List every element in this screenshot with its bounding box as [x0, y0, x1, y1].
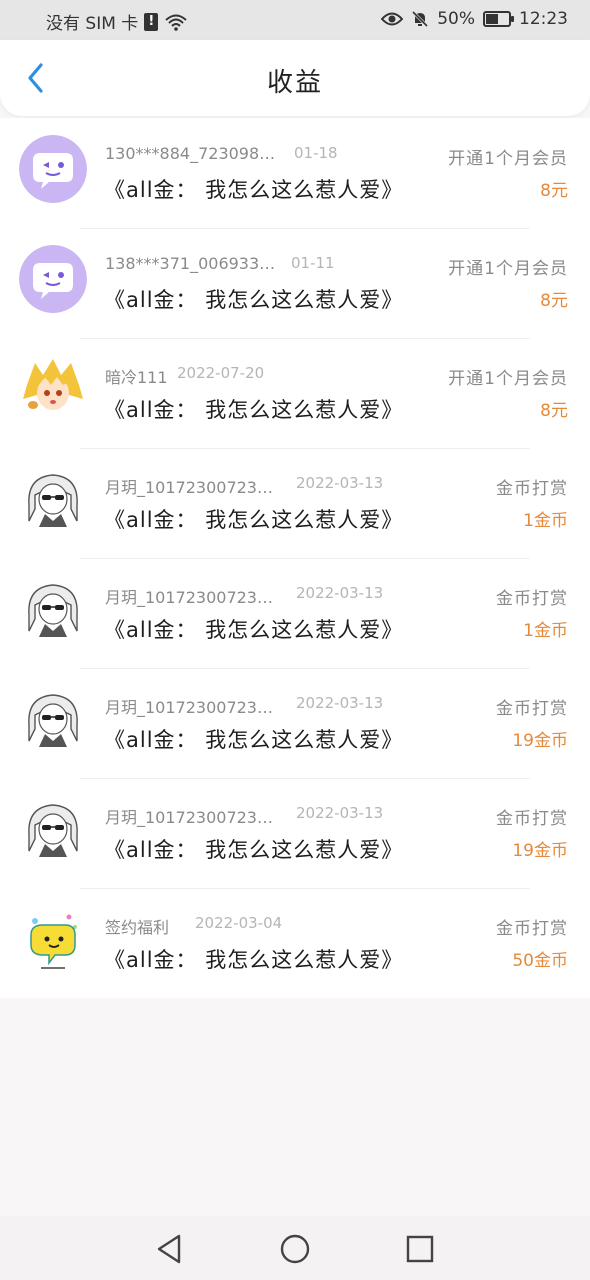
earnings-list: 130***884_7230989682 01-18 《all金： 我怎么这么惹…	[0, 118, 590, 998]
earning-amount: 19金币	[512, 731, 568, 751]
chat-bubble-purple-avatar	[19, 135, 87, 203]
earning-amount: 1金币	[523, 621, 568, 641]
date: 2022-03-13	[296, 804, 384, 822]
earning-amount: 8元	[540, 181, 568, 201]
username: 月玥_101723007237…	[105, 478, 280, 497]
work-title: 《all金： 我怎么这么惹人爱》	[104, 838, 404, 862]
earning-amount: 1金币	[523, 511, 568, 531]
username: 暗冷111	[105, 368, 168, 387]
date: 2022-03-04	[195, 914, 283, 932]
date: 2022-03-13	[296, 584, 384, 602]
chat-bubble-purple-avatar	[19, 245, 87, 313]
nav-back-button[interactable]	[153, 1232, 187, 1266]
sim-status-text: 没有 SIM 卡	[46, 14, 139, 34]
earning-type: 开通1个月会员	[448, 149, 568, 169]
earning-type: 开通1个月会员	[448, 259, 568, 279]
earning-type: 金币打赏	[496, 919, 568, 939]
yellow-chat-bubble-avatar	[19, 905, 87, 973]
date: 2022-03-13	[296, 474, 384, 492]
anime-sunglasses-avatar	[19, 465, 87, 533]
battery-percent: 50%	[437, 9, 475, 29]
earning-amount: 50金币	[512, 951, 568, 971]
earning-type: 开通1个月会员	[448, 369, 568, 389]
date: 2022-07-20	[177, 364, 265, 382]
work-title: 《all金： 我怎么这么惹人爱》	[104, 398, 404, 422]
status-bar: 没有 SIM 卡 ! 50% 12:23	[0, 0, 590, 40]
anime-sunglasses-avatar	[19, 575, 87, 643]
anime-blonde-avatar	[19, 355, 87, 423]
username: 138***371_0069334133	[105, 254, 280, 273]
status-left: 没有 SIM 卡 !	[46, 9, 188, 34]
work-title: 《all金： 我怎么这么惹人爱》	[104, 178, 404, 202]
date: 2022-03-13	[296, 694, 384, 712]
page-header: 收益	[0, 40, 590, 116]
date: 01-11	[291, 254, 335, 272]
clock: 12:23	[519, 9, 568, 29]
earning-item[interactable]: 月玥_101723007237… 2022-03-13 《all金： 我怎么这么…	[0, 778, 590, 888]
work-title: 《all金： 我怎么这么惹人爱》	[104, 288, 404, 312]
status-right: 50% 12:23	[381, 9, 568, 29]
eye-icon	[381, 12, 404, 26]
system-nav-bar	[0, 1216, 590, 1280]
earning-amount: 8元	[540, 291, 568, 311]
anime-sunglasses-avatar	[19, 685, 87, 753]
earning-type: 金币打赏	[496, 479, 568, 499]
username: 月玥_101723007237…	[105, 808, 280, 827]
work-title: 《all金： 我怎么这么惹人爱》	[104, 508, 404, 532]
earning-amount: 8元	[540, 401, 568, 421]
nav-recent-button[interactable]	[403, 1232, 437, 1266]
earning-item[interactable]: 月玥_101723007237… 2022-03-13 《all金： 我怎么这么…	[0, 668, 590, 778]
earning-type: 金币打赏	[496, 809, 568, 829]
battery-icon	[483, 11, 514, 27]
square-recent-icon	[406, 1235, 434, 1263]
earning-item[interactable]: 月玥_101723007237… 2022-03-13 《all金： 我怎么这么…	[0, 558, 590, 668]
anime-sunglasses-avatar	[19, 795, 87, 863]
earning-item[interactable]: 138***371_0069334133 01-11 《all金： 我怎么这么惹…	[0, 228, 590, 338]
username: 签约福利	[105, 918, 170, 937]
nav-home-button[interactable]	[278, 1232, 312, 1266]
page-title: 收益	[266, 68, 323, 98]
work-title: 《all金： 我怎么这么惹人爱》	[104, 948, 404, 972]
username: 月玥_101723007237…	[105, 698, 280, 717]
earning-item[interactable]: 130***884_7230989682 01-18 《all金： 我怎么这么惹…	[0, 118, 590, 228]
bell-off-icon	[412, 10, 429, 28]
triangle-back-icon	[157, 1234, 181, 1264]
wifi-icon	[165, 14, 187, 31]
work-title: 《all金： 我怎么这么惹人爱》	[104, 618, 404, 642]
work-title: 《all金： 我怎么这么惹人爱》	[104, 728, 404, 752]
sim-alert-icon: !	[144, 12, 159, 31]
date: 01-18	[294, 144, 338, 162]
username: 130***884_7230989682	[105, 144, 280, 163]
earning-item[interactable]: 暗冷111 2022-07-20 《all金： 我怎么这么惹人爱》 开通1个月会…	[0, 338, 590, 448]
earning-item[interactable]: 签约福利 2022-03-04 《all金： 我怎么这么惹人爱》 金币打赏 50…	[0, 888, 590, 998]
circle-home-icon	[280, 1234, 310, 1264]
earning-amount: 19金币	[512, 841, 568, 861]
username: 月玥_101723007237…	[105, 588, 280, 607]
earning-item[interactable]: 月玥_101723007237… 2022-03-13 《all金： 我怎么这么…	[0, 448, 590, 558]
earning-type: 金币打赏	[496, 589, 568, 609]
earning-type: 金币打赏	[496, 699, 568, 719]
